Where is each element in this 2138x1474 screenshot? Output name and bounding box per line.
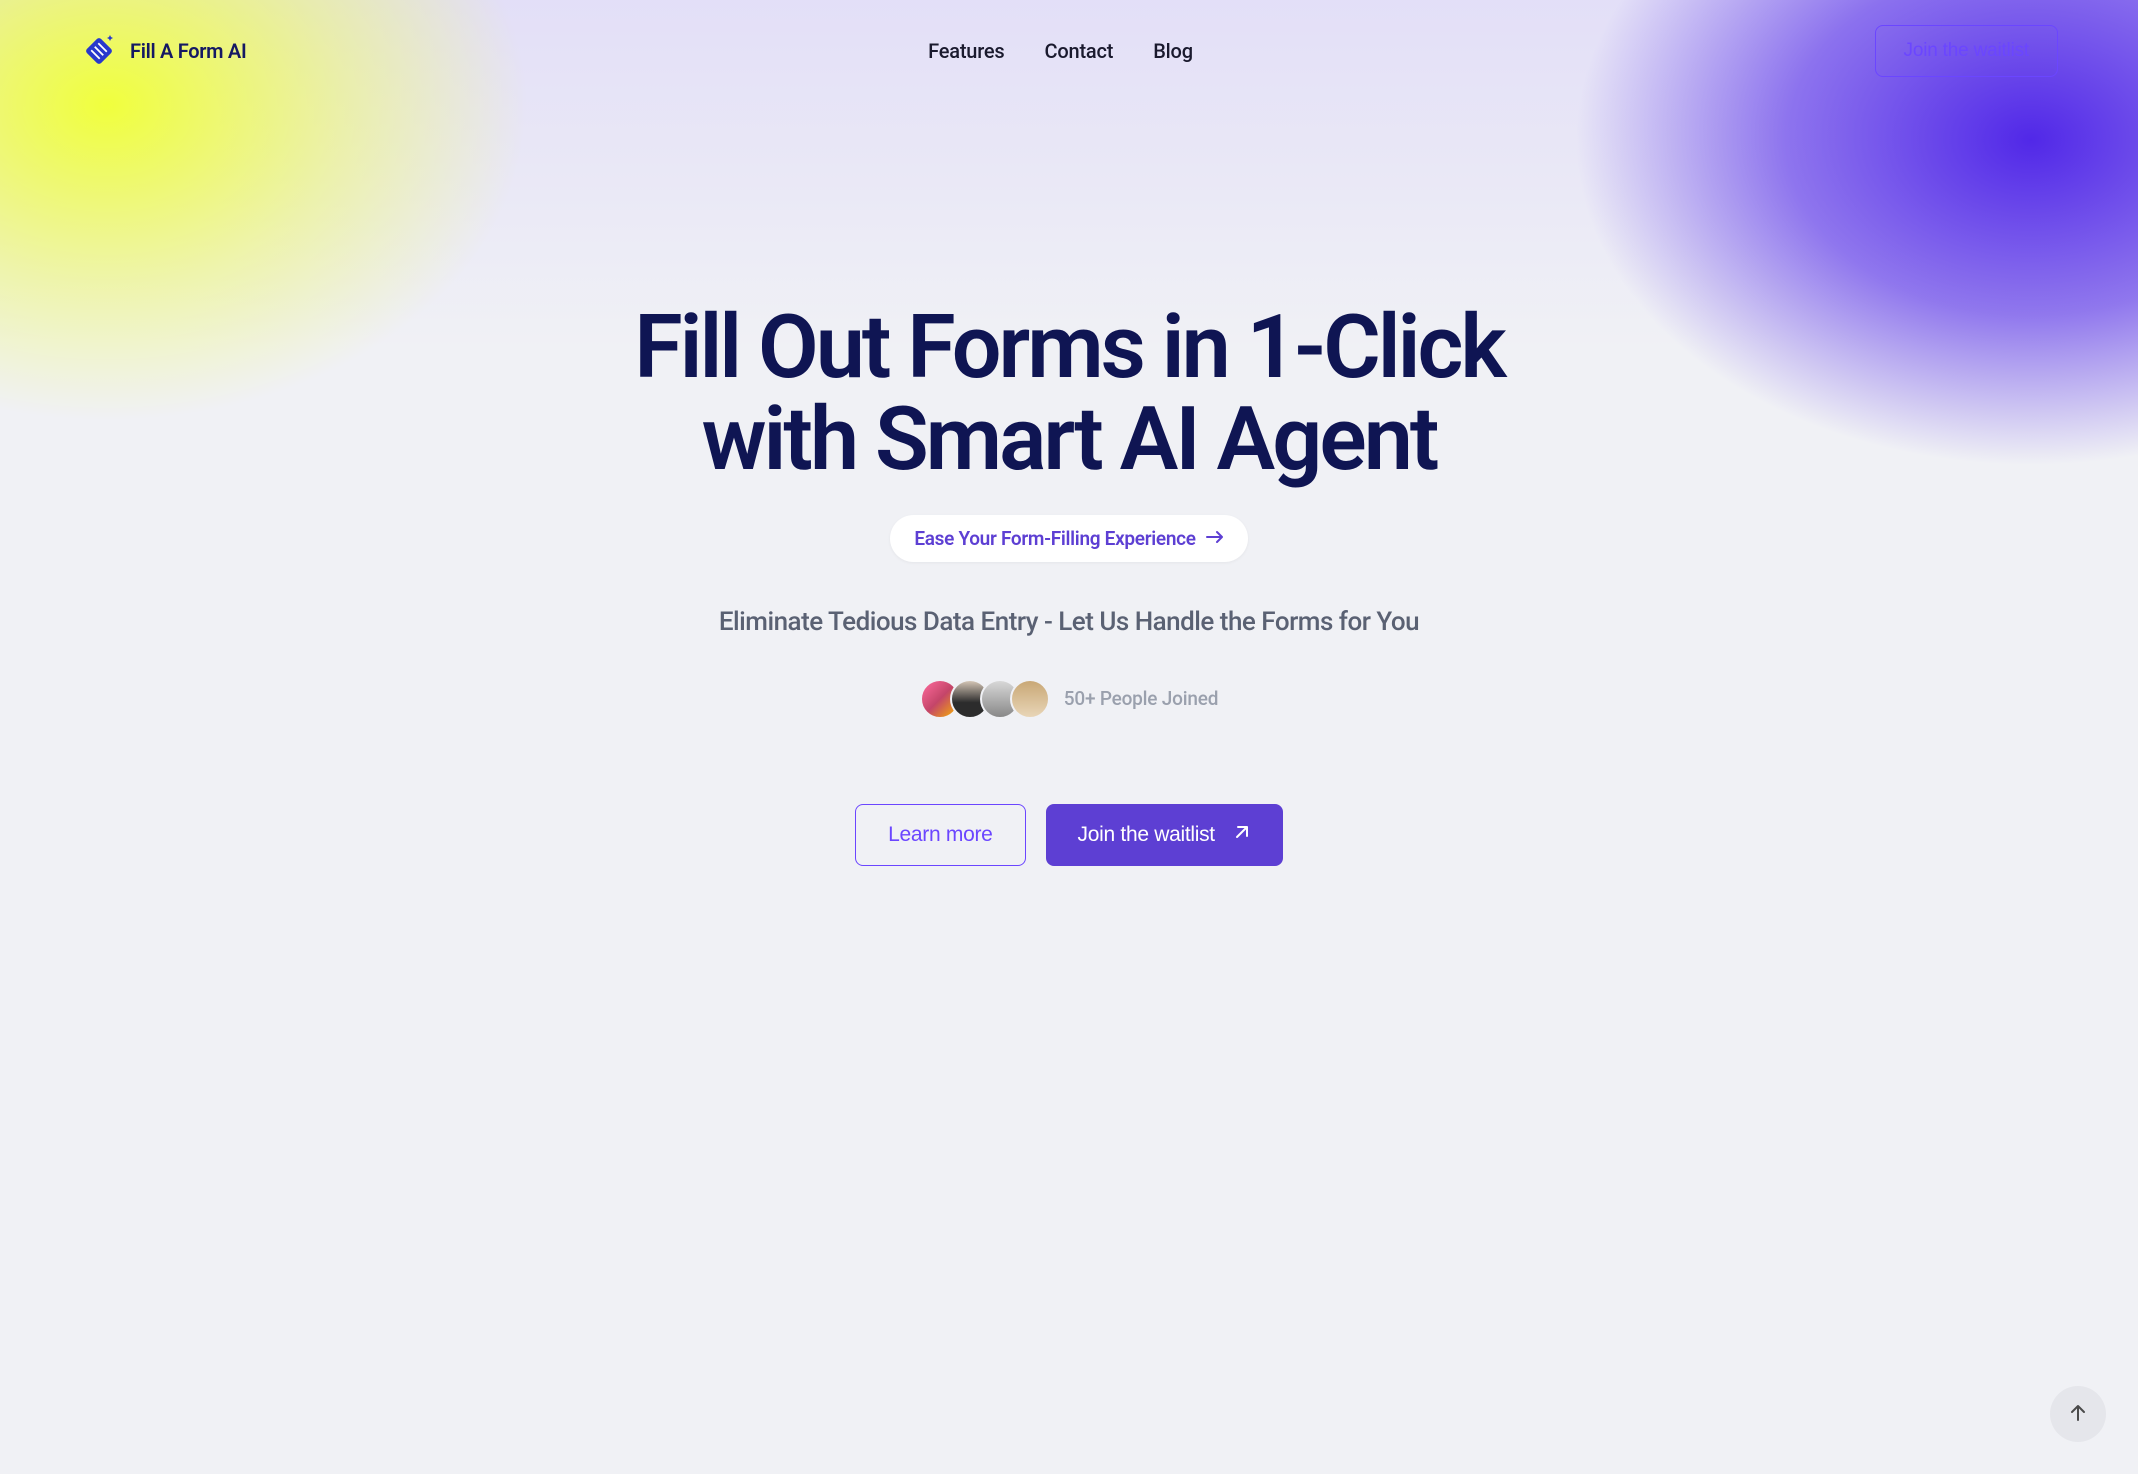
- scroll-to-top-button[interactable]: [2050, 1386, 2106, 1442]
- header: Fill A Form AI Features Contact Blog Joi…: [0, 0, 2138, 102]
- hero-subheading: Eliminate Tedious Data Entry - Let Us Ha…: [0, 607, 2138, 637]
- brand-name: Fill A Form AI: [130, 39, 246, 63]
- ease-pill-button[interactable]: Ease Your Form-Filling Experience: [890, 515, 1247, 562]
- cta-button-group: Learn more Join the waitlist: [0, 804, 2138, 866]
- ease-pill-label: Ease Your Form-Filling Experience: [914, 527, 1195, 550]
- logo-icon: [80, 32, 118, 70]
- hero-section: Fill Out Forms in 1-Click with Smart AI …: [0, 102, 2138, 966]
- arrow-up-icon: [2068, 1403, 2088, 1426]
- hero-title: Fill Out Forms in 1-Click with Smart AI …: [569, 302, 1569, 487]
- join-waitlist-label: Join the waitlist: [1078, 823, 1215, 847]
- arrow-up-right-icon: [1233, 823, 1251, 847]
- avatar-stack: [920, 679, 1050, 719]
- avatar: [1010, 679, 1050, 719]
- nav-link-contact[interactable]: Contact: [1045, 39, 1114, 63]
- join-waitlist-button[interactable]: Join the waitlist: [1046, 804, 1283, 866]
- main-nav: Features Contact Blog: [928, 39, 1193, 63]
- header-join-waitlist-button[interactable]: Join the waitlist: [1875, 25, 2058, 77]
- social-proof-text: 50+ People Joined: [1064, 687, 1219, 710]
- social-proof: 50+ People Joined: [0, 679, 2138, 719]
- logo-section[interactable]: Fill A Form AI: [80, 32, 246, 70]
- nav-link-features[interactable]: Features: [928, 39, 1004, 63]
- learn-more-button[interactable]: Learn more: [855, 804, 1025, 866]
- nav-link-blog[interactable]: Blog: [1153, 39, 1193, 63]
- arrow-right-icon: [1206, 529, 1224, 548]
